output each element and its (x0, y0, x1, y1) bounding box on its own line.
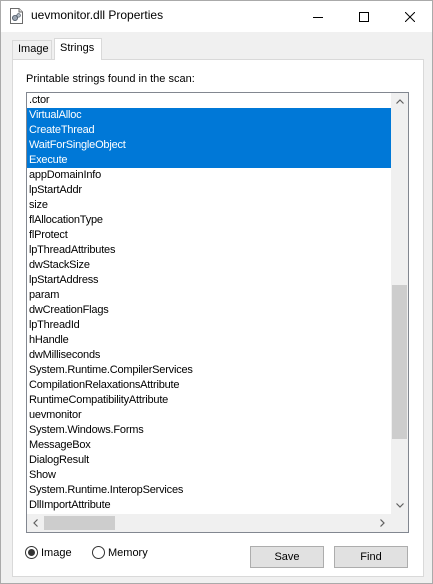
list-item[interactable]: MessageBox (27, 438, 391, 453)
radio-memory-circle[interactable] (92, 546, 105, 559)
radio-image-circle[interactable] (25, 546, 38, 559)
chevron-down-icon (395, 503, 404, 508)
list-item[interactable]: WaitForSingleObject (27, 138, 391, 153)
list-item[interactable]: param (27, 288, 391, 303)
minimize-button[interactable] (295, 1, 341, 32)
chevron-right-icon (380, 519, 385, 527)
list-item[interactable]: System.Runtime.CompilerServices (27, 363, 391, 378)
find-button[interactable]: Find (334, 546, 408, 568)
close-icon (405, 11, 415, 22)
radio-image-label: Image (41, 546, 72, 559)
list-item[interactable]: dwStackSize (27, 258, 391, 273)
radio-memory[interactable]: Memory (92, 546, 148, 559)
list-item[interactable]: hHandle (27, 333, 391, 348)
scrollbar-corner (391, 514, 408, 532)
strings-tab-panel: Printable strings found in the scan: .ct… (12, 59, 424, 577)
scroll-down-button[interactable] (391, 497, 408, 514)
list-item[interactable]: dwMilliseconds (27, 348, 391, 363)
window-title: uevmonitor.dll Properties (31, 8, 164, 22)
list-item[interactable]: .ctor (27, 93, 391, 108)
close-button[interactable] (387, 1, 433, 32)
radio-memory-label: Memory (108, 546, 148, 559)
vertical-scrollbar[interactable] (391, 93, 408, 514)
list-item[interactable]: Execute (27, 153, 391, 168)
list-item[interactable]: lpThreadAttributes (27, 243, 391, 258)
properties-window: uevmonitor.dll Properties Image Strings … (0, 0, 433, 584)
list-item[interactable]: System.Windows.Forms (27, 423, 391, 438)
list-item[interactable]: RuntimeCompatibilityAttribute (27, 393, 391, 408)
strings-listbox[interactable]: .ctor VirtualAlloc CreateThread WaitForSing… (26, 92, 409, 533)
save-button[interactable]: Save (250, 546, 324, 568)
list-item[interactable]: System.Runtime.InteropServices (27, 483, 391, 498)
list-item[interactable]: CompilationRelaxationsAttribute (27, 378, 391, 393)
minimize-icon (313, 16, 323, 18)
chevron-up-icon (395, 99, 404, 104)
list-item[interactable]: flAllocationType (27, 213, 391, 228)
list-item[interactable]: VirtualAlloc (27, 108, 391, 123)
list-item[interactable]: appDomainInfo (27, 168, 391, 183)
list-item[interactable]: lpStartAddress (27, 273, 391, 288)
radio-image[interactable]: Image (25, 546, 72, 559)
list-item[interactable]: uevmonitor (27, 408, 391, 423)
list-item[interactable]: size (27, 198, 391, 213)
dll-file-icon (10, 8, 23, 24)
list-item[interactable]: lpStartAddr (27, 183, 391, 198)
strings-list-items: .ctor VirtualAlloc CreateThread WaitForSing… (27, 93, 391, 514)
list-item[interactable]: Show (27, 468, 391, 483)
chevron-left-icon (33, 519, 38, 527)
tab-image[interactable]: Image (12, 40, 52, 59)
scroll-up-button[interactable] (391, 93, 408, 110)
horizontal-scroll-thumb[interactable] (44, 516, 115, 530)
list-item[interactable]: DialogResult (27, 453, 391, 468)
scroll-left-button[interactable] (27, 514, 44, 532)
vertical-scroll-thumb[interactable] (392, 285, 407, 439)
maximize-icon (359, 11, 369, 22)
list-item[interactable]: dwCreationFlags (27, 303, 391, 318)
list-item[interactable]: CreateThread (27, 123, 391, 138)
strings-list-label: Printable strings found in the scan: (26, 73, 195, 85)
scroll-right-button[interactable] (374, 514, 391, 532)
title-bar[interactable]: uevmonitor.dll Properties (1, 1, 432, 32)
maximize-button[interactable] (341, 1, 387, 32)
horizontal-scrollbar[interactable] (27, 514, 391, 532)
tab-strings[interactable]: Strings (54, 38, 102, 60)
list-item[interactable]: DllImportAttribute (27, 498, 391, 513)
list-item[interactable]: lpThreadId (27, 318, 391, 333)
list-item[interactable]: flProtect (27, 228, 391, 243)
